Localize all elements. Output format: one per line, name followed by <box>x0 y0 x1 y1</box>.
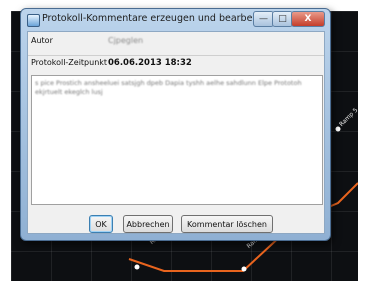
ramp-point <box>241 266 247 272</box>
title-bar[interactable]: Protokoll-Kommentare erzeugen und bearbe… <box>21 9 330 31</box>
comment-textarea[interactable]: s pice Prostich ansheeluei satsjgh dpeb … <box>31 75 323 205</box>
cancel-button[interactable]: Abbrechen <box>123 215 173 233</box>
close-button[interactable]: X <box>291 11 325 27</box>
ramp-point <box>335 126 341 132</box>
dialog-title: Protokoll-Kommentare erzeugen und bearbe… <box>42 13 271 24</box>
ok-button[interactable]: OK <box>89 215 113 233</box>
author-label: Autor <box>31 36 53 45</box>
ramp-point <box>134 264 140 270</box>
author-value: Cjpeglen <box>108 36 144 45</box>
author-row: Autor Cjpeglen <box>28 34 324 49</box>
app-icon <box>27 14 40 27</box>
delete-comment-button[interactable]: Kommentar löschen <box>181 215 273 233</box>
minimize-button[interactable]: — <box>253 11 274 27</box>
timestamp-label: Protokoll-Zeitpunkt <box>31 58 108 67</box>
timestamp-value: 06.06.2013 18:32 <box>108 58 192 68</box>
comment-dialog: Protokoll-Kommentare erzeugen und bearbe… <box>20 8 331 241</box>
timestamp-row: Protokoll-Zeitpunkt 06.06.2013 18:32 <box>28 55 324 71</box>
dialog-content: Autor Cjpeglen Protokoll-Zeitpunkt 06.06… <box>27 31 325 234</box>
maximize-button[interactable]: □ <box>272 11 293 27</box>
comment-text: s pice Prostich ansheeluei satsjgh dpeb … <box>35 79 302 96</box>
